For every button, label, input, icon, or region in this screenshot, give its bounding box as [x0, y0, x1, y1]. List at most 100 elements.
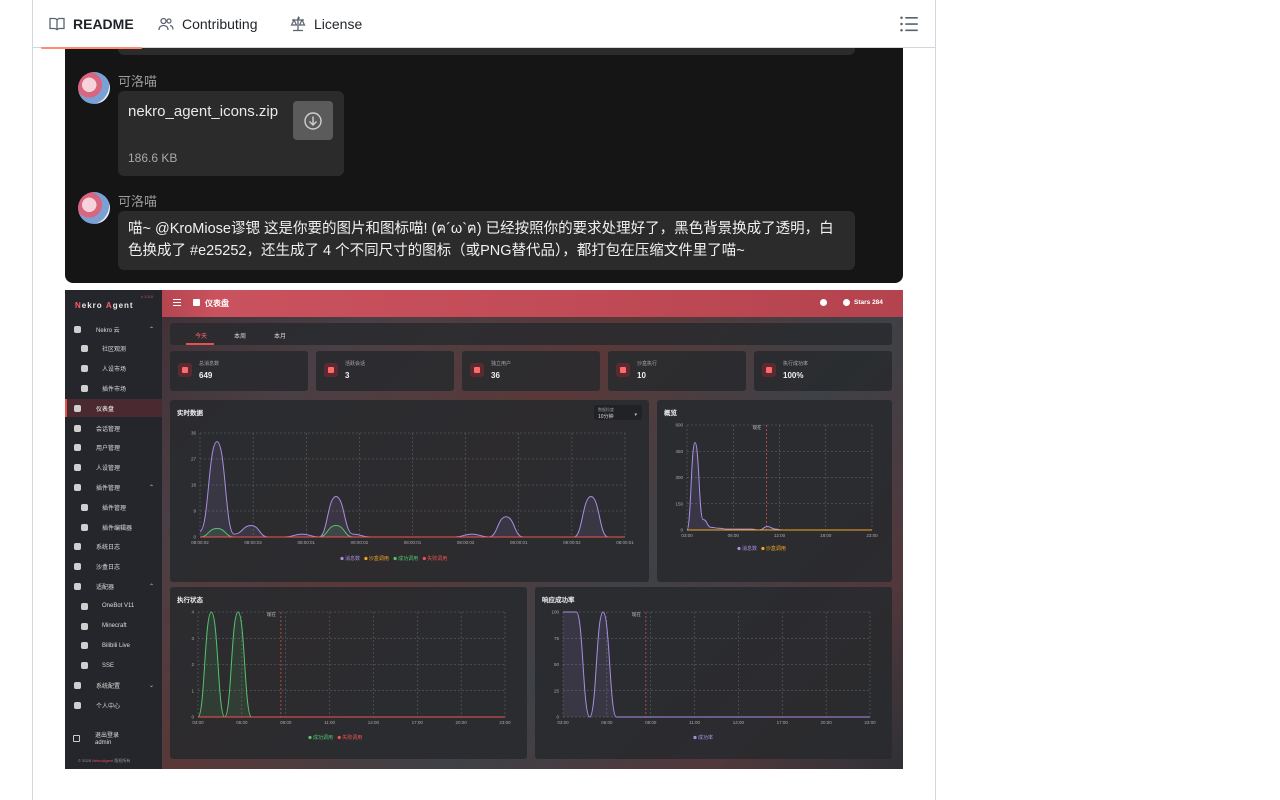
sidebar-item[interactable]: OneBot V11	[65, 597, 162, 615]
law-icon	[290, 16, 306, 32]
sidebar-item[interactable]: 插件管理	[65, 498, 162, 516]
y-tick-label: 0	[191, 715, 194, 720]
y-tick-label: 50	[554, 662, 560, 667]
sidebar-item-icon	[81, 503, 88, 511]
stat-card: 执行成功率 100%	[754, 351, 892, 391]
logout-icon[interactable]	[73, 735, 80, 742]
file-attachment-card[interactable]: nekro_agent_icons.zip 186.6 KB	[118, 91, 344, 176]
legend-marker	[422, 556, 426, 561]
sidebar-item[interactable]: Bilibili Live	[65, 637, 162, 655]
tab-contributing[interactable]: Contributing	[158, 0, 258, 48]
sidebar-item-icon	[74, 582, 81, 590]
tab-this-month[interactable]: 本月	[274, 331, 286, 340]
sidebar-item-icon	[74, 325, 81, 333]
readme-panel: README Contributing License 可洛喵 nekro_ag…	[32, 0, 936, 800]
sidebar-item-icon	[81, 345, 88, 353]
legend-marker	[737, 546, 741, 551]
logout-username: admin	[95, 740, 112, 746]
sidebar-item[interactable]: Minecraft	[65, 617, 162, 635]
x-tick-label: 08:00:02	[244, 540, 262, 545]
chevron-up-icon[interactable]: ⌃	[149, 326, 154, 333]
sidebar-item[interactable]: 个人中心	[65, 696, 162, 714]
y-tick-label: 2	[191, 662, 194, 667]
x-tick-label: 06:00	[601, 720, 613, 725]
sidebar-item[interactable]: SSE	[65, 657, 162, 675]
github-stars[interactable]: Stars 284	[854, 299, 883, 306]
legend-label: 消息数	[742, 545, 757, 552]
y-tick-label: 0	[556, 715, 559, 720]
sidebar-item[interactable]: Nekro 云 ⌃	[65, 320, 162, 338]
tab-license[interactable]: License	[290, 0, 362, 48]
stat-icon	[324, 363, 338, 377]
y-tick-label: 27	[191, 457, 197, 462]
stat-label: 沙盒执行	[637, 361, 658, 367]
sidebar-item[interactable]: 用户管理	[65, 439, 162, 457]
list-unordered-icon[interactable]	[899, 14, 919, 34]
sidebar-item-icon	[74, 444, 81, 452]
legend-label: 消息数	[345, 555, 360, 562]
tab-readme[interactable]: README	[41, 0, 142, 49]
sidebar-item[interactable]: 人设市场	[65, 360, 162, 378]
page-title: 仪表盘	[205, 299, 229, 308]
menu-icon[interactable]	[173, 299, 181, 306]
stat-value: 649	[199, 371, 213, 380]
x-tick-label: 08:00:01	[297, 540, 315, 545]
granularity-select[interactable]: 数据粒度 10分钟 ▾	[594, 405, 642, 420]
sidebar-item[interactable]: 插件管理 ⌃	[65, 478, 162, 496]
stat-label: 总消息数	[199, 361, 220, 367]
dashboard-screenshot: 仪表盘 Stars 284 Nekro Agent v 1.5.0 Nekro …	[65, 290, 903, 769]
legend-marker	[340, 556, 344, 561]
sidebar-item-icon	[81, 523, 88, 531]
x-tick-label: 17:00	[777, 720, 789, 725]
x-tick-label: 06:00	[728, 533, 740, 538]
github-icon[interactable]	[843, 299, 850, 306]
tab-license-label: License	[314, 16, 363, 32]
logout-label[interactable]: 退出登录	[95, 730, 119, 739]
y-tick-label: 9	[193, 509, 196, 514]
chevron-down-icon[interactable]: ⌄	[149, 682, 154, 689]
legend-marker	[364, 556, 368, 561]
sidebar-item[interactable]: 仪表盘	[65, 399, 162, 418]
exec-status-chart: 0 1 2 3 4 03:00 06:00 08:00 11:00 14:00 17:00 20:00…	[191, 610, 511, 742]
sidebar-item[interactable]: 会话管理	[65, 419, 162, 437]
sidebar-item-icon	[74, 681, 81, 689]
theme-toggle-icon[interactable]	[820, 299, 827, 306]
overview-card: 概览 0 150 300 450 600 03:00 06:00 12:00 18:00 23:0…	[657, 400, 892, 582]
y-tick-label: 450	[675, 449, 683, 454]
sidebar-item-label: 社区观测	[102, 347, 127, 354]
version-badge: v 1.5.0	[141, 294, 154, 299]
chevron-up-icon[interactable]: ⌃	[149, 484, 154, 491]
dashboard-sidebar: Nekro Agent v 1.5.0 Nekro 云 ⌃ 社区观测 人设市场 插件市场…	[65, 290, 162, 769]
dashboard-topbar	[65, 290, 903, 317]
sidebar-item-label: 插件市场	[102, 386, 127, 393]
y-tick-label: 0	[193, 535, 196, 540]
x-tick-label: 11:00	[324, 720, 335, 725]
sidebar-item[interactable]: 系统日志	[65, 538, 162, 556]
tab-today[interactable]: 今天	[195, 331, 207, 340]
x-tick-label: 08:00	[645, 720, 657, 725]
sidebar-item[interactable]: 人设管理	[65, 459, 162, 477]
tab-this-week[interactable]: 本周	[234, 331, 246, 340]
sidebar-item-label: 用户管理	[96, 446, 121, 453]
y-tick-label: 3	[191, 636, 194, 641]
sidebar-item-icon	[81, 602, 88, 610]
y-tick-label: 100	[551, 610, 559, 615]
sidebar-item-label: 会话管理	[96, 426, 121, 433]
download-button[interactable]	[293, 101, 333, 140]
x-tick-label: 23:00	[499, 720, 511, 725]
x-tick-label: 06:00	[236, 720, 248, 725]
avatar	[78, 192, 110, 224]
sidebar-item[interactable]: 插件市场	[65, 379, 162, 397]
legend-marker	[761, 546, 765, 551]
legend-label: 失败调用	[427, 555, 447, 562]
sidebar-item[interactable]: 沙盒日志	[65, 558, 162, 576]
sidebar-item[interactable]: 系统配置 ⌄	[65, 676, 162, 694]
sidebar-item[interactable]: 适配器 ⌃	[65, 577, 162, 595]
sidebar-item-label: 插件编辑器	[102, 525, 133, 532]
sidebar-item-icon	[74, 543, 81, 551]
chevron-up-icon[interactable]: ⌃	[149, 583, 154, 590]
sender-name: 可洛喵	[118, 194, 158, 209]
sidebar-item[interactable]: 插件编辑器	[65, 518, 162, 536]
sidebar-item-icon	[74, 483, 81, 491]
sidebar-item[interactable]: 社区观测	[65, 340, 162, 358]
